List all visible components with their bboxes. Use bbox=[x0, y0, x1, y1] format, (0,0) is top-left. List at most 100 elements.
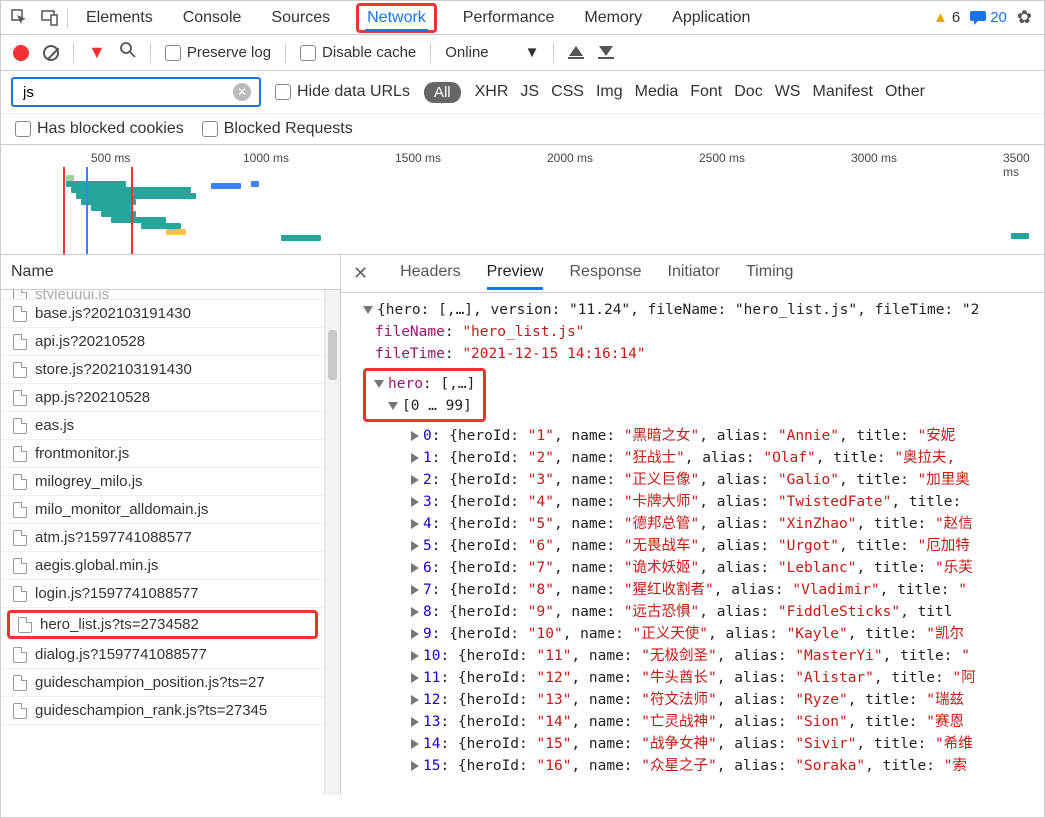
panel-tab-memory[interactable]: Memory bbox=[580, 3, 646, 33]
preserve-log-label: Preserve log bbox=[187, 44, 271, 61]
blocked-requests-checkbox[interactable]: Blocked Requests bbox=[202, 120, 353, 138]
filter-input[interactable]: ✕ bbox=[11, 77, 261, 107]
panel-tab-network[interactable]: Network bbox=[356, 3, 437, 33]
request-row[interactable]: atm.js?1597741088577 bbox=[1, 524, 324, 552]
message-icon bbox=[970, 11, 986, 25]
detail-tab-initiator[interactable]: Initiator bbox=[668, 257, 720, 290]
hide-data-urls-checkbox[interactable]: Hide data URLs bbox=[275, 83, 410, 101]
filter-type-media[interactable]: Media bbox=[635, 83, 679, 101]
filter-bar: ✕ Hide data URLs All XHR JS CSS Img Media Fon… bbox=[1, 71, 1044, 114]
detail-tab-response[interactable]: Response bbox=[569, 257, 641, 290]
search-icon[interactable] bbox=[120, 42, 136, 63]
filter-bar-2: Has blocked cookies Blocked Requests bbox=[1, 114, 1044, 145]
request-row[interactable]: base.js?202103191430 bbox=[1, 300, 324, 328]
timeline-marker bbox=[131, 167, 133, 254]
requests-panel: Name styleuuui.js base.js?202103191430 api… bbox=[1, 255, 341, 795]
detail-tab-timing[interactable]: Timing bbox=[746, 257, 793, 290]
panel-tab-elements[interactable]: Elements bbox=[82, 3, 157, 33]
timeline-overview[interactable]: 500 ms1000 ms1500 ms2000 ms2500 ms3000 m… bbox=[1, 145, 1044, 255]
request-row[interactable]: aegis.global.min.js bbox=[1, 552, 324, 580]
request-row[interactable]: store.js?202103191430 bbox=[1, 356, 324, 384]
time-tick: 500 ms bbox=[91, 151, 130, 165]
request-row[interactable]: hero_list.js?ts=2734582 bbox=[7, 610, 318, 639]
filter-type-js[interactable]: JS bbox=[520, 83, 539, 101]
detail-tabs: ✕ Headers Preview Response Initiator Timing bbox=[341, 255, 1044, 293]
throttling-dropdown[interactable]: Online ▼ bbox=[445, 44, 539, 61]
divider bbox=[67, 8, 68, 28]
chevron-down-icon: ▼ bbox=[525, 44, 540, 61]
name-column-header[interactable]: Name bbox=[1, 255, 340, 290]
request-row[interactable]: app.js?20210528 bbox=[1, 384, 324, 412]
timeline-marker bbox=[86, 167, 88, 254]
disable-cache-checkbox[interactable]: Disable cache bbox=[300, 44, 416, 61]
request-name: atm.js?1597741088577 bbox=[35, 529, 192, 546]
filter-type-img[interactable]: Img bbox=[596, 83, 623, 101]
request-row[interactable]: dialog.js?1597741088577 bbox=[1, 641, 324, 669]
warning-icon: ▲ bbox=[933, 9, 948, 26]
divider bbox=[150, 43, 151, 63]
request-row[interactable]: milogrey_milo.js bbox=[1, 468, 324, 496]
panel-tab-sources[interactable]: Sources bbox=[267, 3, 334, 33]
messages-badge[interactable]: 20 bbox=[970, 9, 1007, 26]
request-row[interactable]: frontmonitor.js bbox=[1, 440, 324, 468]
detail-tab-preview[interactable]: Preview bbox=[487, 257, 544, 290]
time-tick: 1000 ms bbox=[243, 151, 289, 165]
device-toggle-icon[interactable] bbox=[37, 5, 63, 31]
scrollbar[interactable] bbox=[324, 290, 340, 795]
network-toolbar: ▼ Preserve log Disable cache Online ▼ bbox=[1, 35, 1044, 71]
request-row[interactable]: styleuuui.js bbox=[1, 290, 324, 300]
filter-type-list: XHR JS CSS Img Media Font Doc WS Manifest Other bbox=[475, 83, 925, 101]
request-row[interactable]: api.js?20210528 bbox=[1, 328, 324, 356]
record-button[interactable] bbox=[13, 45, 29, 61]
panel-tab-console[interactable]: Console bbox=[179, 3, 246, 33]
request-row[interactable]: guideschampion_rank.js?ts=27345 bbox=[1, 697, 324, 725]
settings-icon[interactable]: ✿ bbox=[1017, 7, 1032, 28]
file-icon bbox=[13, 675, 27, 691]
filter-text[interactable] bbox=[21, 83, 233, 102]
detail-tab-headers[interactable]: Headers bbox=[400, 257, 460, 290]
download-har-button[interactable] bbox=[598, 46, 614, 59]
disable-cache-label: Disable cache bbox=[322, 44, 416, 61]
request-name: styleuuui.js bbox=[35, 290, 109, 300]
inspect-icon[interactable] bbox=[7, 5, 33, 31]
upload-har-button[interactable] bbox=[568, 46, 584, 59]
detail-panel: ✕ HeadersPreviewResponseInitiatorTiming … bbox=[341, 255, 1044, 795]
file-icon bbox=[13, 474, 27, 490]
warnings-badge[interactable]: ▲ 6 bbox=[933, 9, 960, 26]
preserve-log-checkbox[interactable]: Preserve log bbox=[165, 44, 271, 61]
file-icon bbox=[18, 617, 32, 633]
filter-type-xhr[interactable]: XHR bbox=[475, 83, 509, 101]
filter-type-font[interactable]: Font bbox=[690, 83, 722, 101]
close-icon[interactable]: ✕ bbox=[353, 263, 368, 284]
clear-button[interactable] bbox=[43, 45, 59, 61]
filter-type-css[interactable]: CSS bbox=[551, 83, 584, 101]
request-name: login.js?1597741088577 bbox=[35, 585, 198, 602]
timeline-bar bbox=[1011, 233, 1029, 239]
filter-icon[interactable]: ▼ bbox=[88, 42, 106, 63]
filter-type-ws[interactable]: WS bbox=[775, 83, 801, 101]
request-row[interactable]: eas.js bbox=[1, 412, 324, 440]
request-name: milogrey_milo.js bbox=[35, 473, 143, 490]
divider bbox=[430, 43, 431, 63]
request-name: base.js?202103191430 bbox=[35, 305, 191, 322]
top-right-status: ▲ 6 20 ✿ bbox=[933, 7, 1032, 28]
filter-type-manifest[interactable]: Manifest bbox=[812, 83, 872, 101]
file-icon bbox=[13, 586, 27, 602]
filter-type-all[interactable]: All bbox=[424, 82, 461, 103]
request-name: api.js?20210528 bbox=[35, 333, 145, 350]
panel-tab-application[interactable]: Application bbox=[668, 3, 754, 33]
request-row[interactable]: login.js?1597741088577 bbox=[1, 580, 324, 608]
file-icon bbox=[13, 558, 27, 574]
blocked-cookies-label: Has blocked cookies bbox=[37, 120, 184, 138]
request-name: eas.js bbox=[35, 417, 74, 434]
panel-tab-performance[interactable]: Performance bbox=[459, 3, 559, 33]
filter-type-doc[interactable]: Doc bbox=[734, 83, 762, 101]
clear-filter-icon[interactable]: ✕ bbox=[233, 83, 251, 101]
request-name: guideschampion_rank.js?ts=27345 bbox=[35, 702, 267, 719]
request-row[interactable]: milo_monitor_alldomain.js bbox=[1, 496, 324, 524]
requests-list[interactable]: styleuuui.js base.js?202103191430 api.js?2… bbox=[1, 290, 324, 795]
json-preview[interactable]: {hero: [,…], version: "11.24", fileName:… bbox=[341, 293, 1044, 795]
blocked-cookies-checkbox[interactable]: Has blocked cookies bbox=[15, 120, 184, 138]
request-row[interactable]: guideschampion_position.js?ts=27 bbox=[1, 669, 324, 697]
filter-type-other[interactable]: Other bbox=[885, 83, 925, 101]
